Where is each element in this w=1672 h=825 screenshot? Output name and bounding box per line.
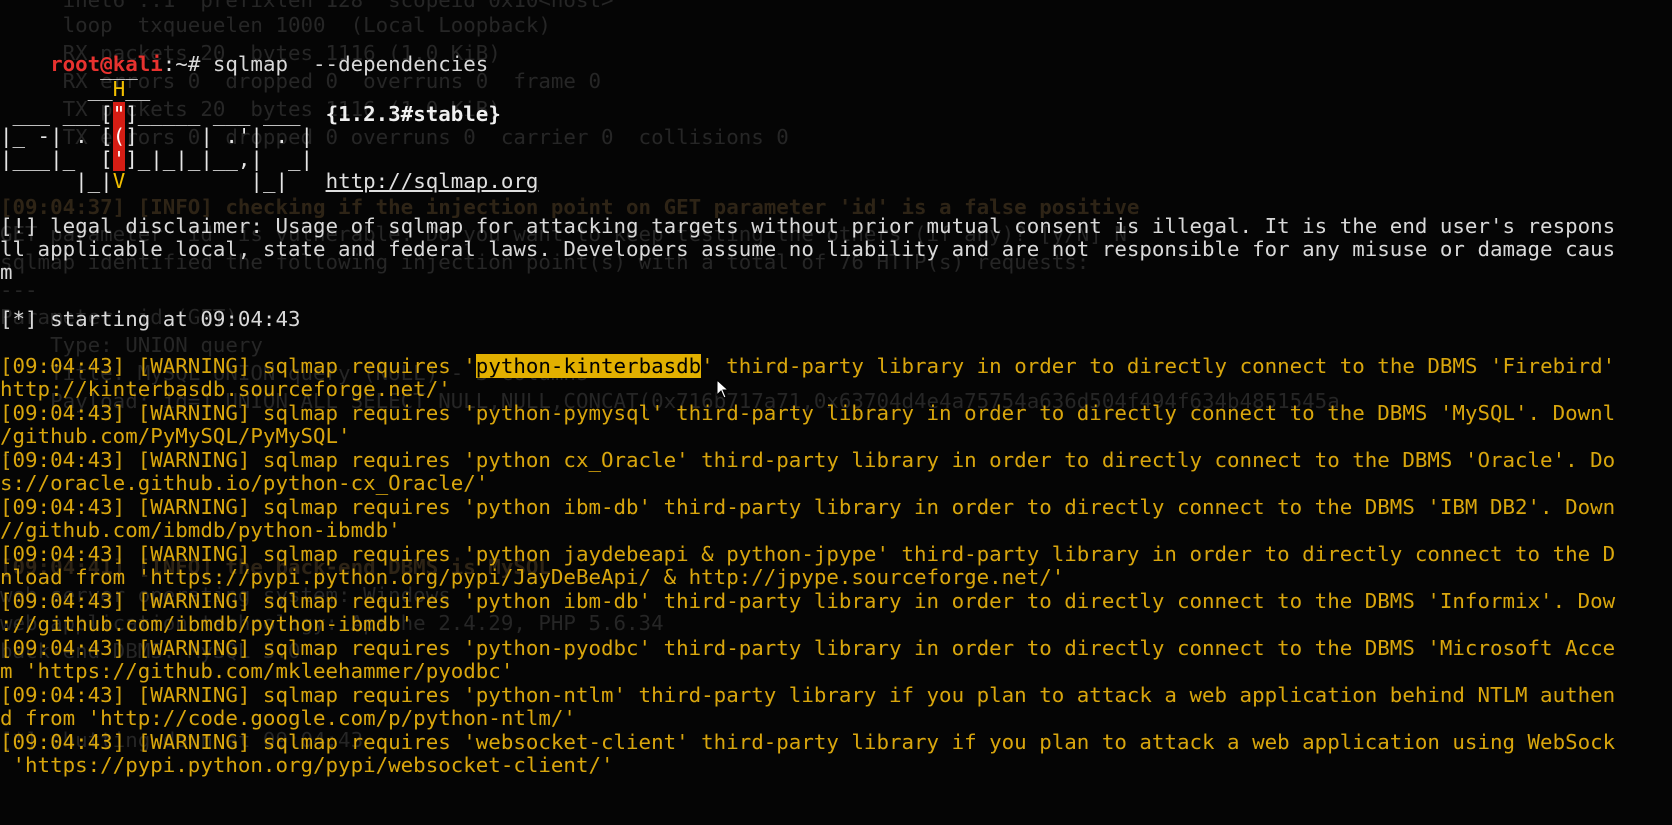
banner-v: V <box>112 169 126 193</box>
disclaimer-line: m <box>0 260 13 284</box>
warning-line: [09:04:43] [WARNING] sqlmap requires 'py… <box>0 495 1616 519</box>
warning-text: [09:04:43] [WARNING] sqlmap requires ' <box>0 354 476 378</box>
warning-line: /github.com/PyMySQL/PyMySQL' <box>0 424 351 448</box>
warning-line: [09:04:43] [WARNING] sqlmap requires 'py… <box>0 636 1616 660</box>
warning-line: s://oracle.github.io/python-cx_Oracle/' <box>0 471 489 495</box>
disclaimer-line: [!] legal disclaimer: Usage of sqlmap fo… <box>0 214 1616 238</box>
banner-text: ___ ___[ <box>0 102 113 126</box>
terminal-window[interactable]: inet6 ::1 prefixlen 128 scopeid 0x10<hos… <box>0 0 1672 825</box>
banner-line: |_ -| . [(] | .'| . | <box>0 124 313 149</box>
warning-line: 'https://pypi.python.org/pypi/websocket-… <box>0 753 614 777</box>
warning-line: d from 'http://code.google.com/p/python-… <box>0 706 576 730</box>
banner-text: |_| <box>0 169 113 193</box>
warning-line: http://kinterbasdb.sourceforge.net/' <box>0 377 451 401</box>
banner-text: __ <box>125 77 151 101</box>
version-label: {1.2.3#stable} <box>325 102 501 126</box>
selected-text[interactable]: python-kinterbasdb <box>475 354 702 378</box>
prompt-path: :~# <box>162 52 213 76</box>
starting-line: [*] starting at 09:04:43 <box>0 307 301 331</box>
warning-line: [09:04:43] [WARNING] sqlmap requires 'we… <box>0 730 1616 754</box>
warning-line: [09:04:43] [WARNING] sqlmap requires 'py… <box>0 354 1615 379</box>
banner-injection: " <box>112 102 126 126</box>
warning-line: [09:04:43] [WARNING] sqlmap requires 'py… <box>0 542 1616 566</box>
warning-line: [09:04:43] [WARNING] sqlmap requires 'py… <box>0 683 1616 707</box>
banner-text: |___|_ [ <box>0 147 113 171</box>
warning-line: [09:04:43] [WARNING] sqlmap requires 'py… <box>0 448 1616 472</box>
command-text: sqlmap --dependencies <box>212 52 489 76</box>
warning-line: //github.com/ibmdb/python-ibmdb' <box>0 518 401 542</box>
disclaimer-line: ll applicable local, state and federal l… <box>0 237 1616 261</box>
warning-line: nload from 'https://pypi.python.org/pypi… <box>0 565 1065 589</box>
banner-text: ]_____ ___ ___ <box>125 102 326 126</box>
warning-text: ' third-party library in order to direct… <box>701 354 1616 378</box>
banner-text: ] | .'| . | <box>125 124 314 148</box>
banner-text: __ <box>0 77 113 101</box>
banner-line: __H__ <box>0 77 151 102</box>
mouse-pointer-icon <box>716 379 730 399</box>
warning-line: ://github.com/ibmdb/python-ibmdb' <box>0 612 414 636</box>
banner-text: |_ -| . [ <box>0 124 113 148</box>
sqlmap-url-link[interactable]: http://sqlmap.org <box>326 169 539 193</box>
banner-text: |_| <box>125 169 326 193</box>
banner-injection: ' <box>112 147 126 171</box>
banner-line: |_|V |_| http://sqlmap.org <box>0 169 538 194</box>
warning-line: [09:04:43] [WARNING] sqlmap requires 'py… <box>0 589 1616 613</box>
banner-injection: ( <box>112 124 126 148</box>
warning-line: [09:04:43] [WARNING] sqlmap requires 'py… <box>0 401 1616 425</box>
banner-text: ]_|_|_|__,| _| <box>125 147 314 171</box>
warning-line: m 'https://github.com/mkleehammer/pyodbc… <box>0 659 514 683</box>
ghost-line: inet6 ::1 prefixlen 128 scopeid 0x10<hos… <box>0 0 614 12</box>
banner-h: H <box>112 77 126 101</box>
